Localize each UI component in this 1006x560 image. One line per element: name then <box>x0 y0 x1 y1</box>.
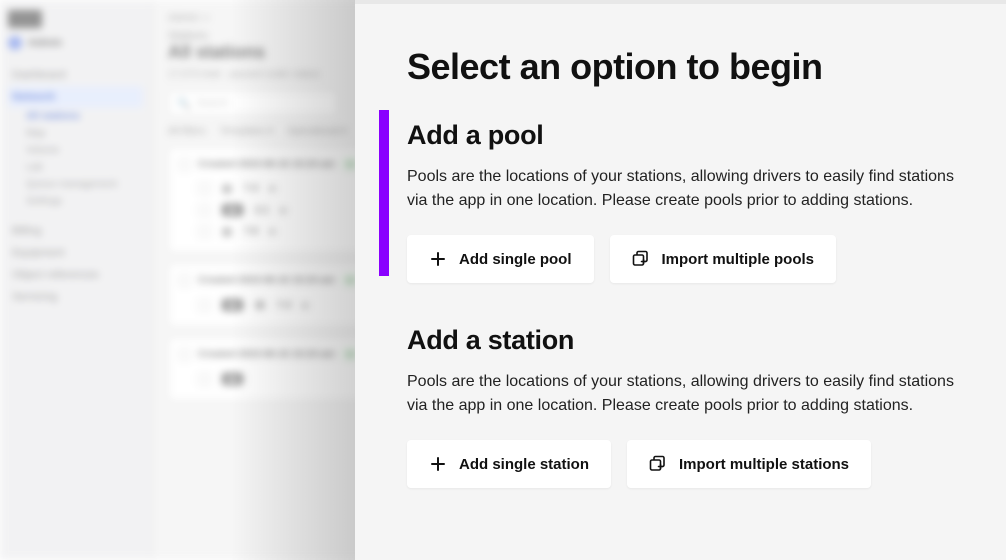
bg-nav-billing: Billing <box>8 220 143 242</box>
plus-icon <box>429 455 447 473</box>
bg-filter-all: All filters <box>168 126 206 137</box>
panel-heading: Select an option to begin <box>407 46 970 88</box>
station-title: Add a station <box>407 325 970 356</box>
bg-nav-object-refs: Object references <box>8 264 143 286</box>
bg-logo <box>8 10 42 28</box>
dot-icon <box>255 300 265 310</box>
section-add-pool: Add a pool Pools are the locations of yo… <box>407 120 970 283</box>
bg-sidebar: Admin Dashboard Network All stations Map… <box>0 0 152 560</box>
checkbox-icon <box>199 300 210 311</box>
bg-subnav-lab: Lab <box>8 159 143 176</box>
play-icon: ▶ <box>270 183 277 194</box>
pool-description: Pools are the locations of your stations… <box>407 165 970 213</box>
import-icon <box>649 455 667 473</box>
play-icon: ▶ <box>270 226 277 237</box>
bg-nav-dashboard: Dashboard <box>8 64 143 86</box>
overlay-shadow <box>0 0 355 560</box>
checkbox-icon <box>179 349 190 360</box>
status-badge: ■■ <box>222 373 243 385</box>
pool-title: Add a pool <box>407 120 970 151</box>
avatar-icon <box>8 36 22 50</box>
play-icon: ▶ <box>281 205 288 216</box>
checkbox-icon <box>179 275 190 286</box>
checkbox-icon <box>199 226 210 237</box>
pool-buttons: Add single pool Import multiple pools <box>407 235 970 283</box>
station-description: Pools are the locations of your stations… <box>407 370 970 418</box>
bg-card-title: Created 2023-06-16 10:24 am <box>198 159 335 170</box>
bg-subnav-volume: Volume <box>8 142 143 159</box>
checkbox-icon <box>179 159 190 170</box>
add-single-pool-label: Add single pool <box>459 251 572 268</box>
bg-val: 7.6 <box>244 226 258 237</box>
import-pools-button[interactable]: Import multiple pools <box>610 235 837 283</box>
section-add-station: Add a station Pools are the locations of… <box>407 325 970 488</box>
bg-nav-network: Network <box>8 86 143 108</box>
search-icon: 🔍 <box>177 97 191 110</box>
bg-search: 🔍 Search <box>168 90 338 116</box>
bg-val: 7.4 <box>244 183 258 194</box>
import-stations-button[interactable]: Import multiple stations <box>627 440 871 488</box>
bg-account-name: Admin <box>28 37 62 49</box>
bg-card-title: Created 2023-06-16 10:24 am <box>198 275 335 286</box>
checkbox-icon <box>199 205 210 216</box>
onboarding-panel: Select an option to begin Add a pool Poo… <box>355 0 1006 560</box>
import-pools-label: Import multiple pools <box>662 251 815 268</box>
plus-icon <box>429 250 447 268</box>
bg-val: 7.4 <box>277 300 291 311</box>
bg-subnav-all-stations: All stations <box>8 108 143 125</box>
bg-nav-servicing: Servicing <box>8 286 143 308</box>
checkbox-icon <box>199 183 210 194</box>
bg-val: 2.1 <box>255 205 269 216</box>
import-icon <box>632 250 650 268</box>
import-stations-label: Import multiple stations <box>679 456 849 473</box>
bg-nav-equipment: Equipment <box>8 242 143 264</box>
bg-filter-templates: Templates ▾ <box>220 126 273 137</box>
add-single-station-label: Add single station <box>459 456 589 473</box>
bg-account: Admin <box>8 36 143 50</box>
dot-icon <box>222 227 232 237</box>
status-badge: ■■ <box>222 299 243 311</box>
add-single-pool-button[interactable]: Add single pool <box>407 235 594 283</box>
add-single-station-button[interactable]: Add single station <box>407 440 611 488</box>
status-badge: ■■ <box>222 204 243 216</box>
bg-subnav-settings: Settings <box>8 193 143 210</box>
bg-card-title: Created 2023-06-16 10:24 am <box>198 349 335 360</box>
station-buttons: Add single station Import multiple stati… <box>407 440 970 488</box>
bg-filter-operational: Operational ▾ <box>287 126 347 137</box>
dot-icon <box>222 184 232 194</box>
bg-subnav-queue: Queue management <box>8 176 143 193</box>
play-icon: ▶ <box>303 300 310 311</box>
bg-subnav-map: Map <box>8 125 143 142</box>
bg-search-placeholder: Search <box>197 98 229 109</box>
checkbox-icon <box>199 374 210 385</box>
